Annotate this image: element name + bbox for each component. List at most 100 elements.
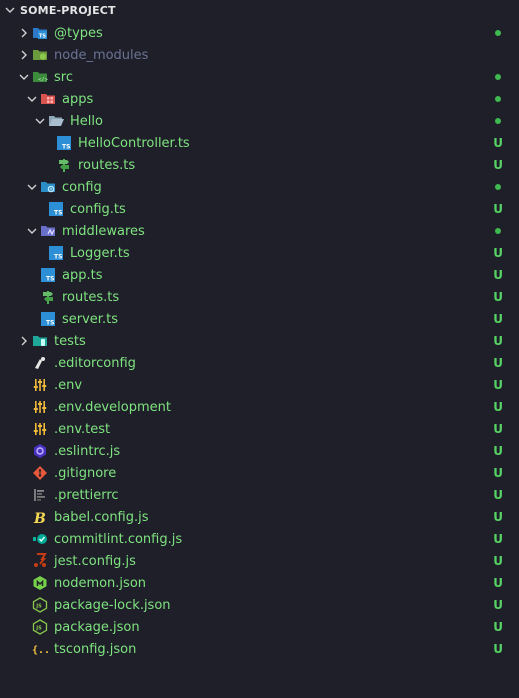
chevron-right-icon <box>16 22 32 44</box>
git-status-untracked: U <box>493 356 503 370</box>
nodejs-icon: JS <box>32 597 48 613</box>
git-status-untracked: U <box>493 246 503 260</box>
tree-item-label: apps <box>62 91 94 107</box>
folder-types[interactable]: TS @types <box>0 22 519 44</box>
file-logger[interactable]: TS Logger.ts U <box>0 242 519 264</box>
svg-text:</>: </> <box>38 77 48 83</box>
svg-text:TS: TS <box>46 320 54 327</box>
chevron-down-icon <box>16 66 32 88</box>
eslint-icon <box>32 443 48 459</box>
git-status-untracked: U <box>493 312 503 326</box>
file-config[interactable]: TS config.ts U <box>0 198 519 220</box>
file-app[interactable]: TS app.ts U <box>0 264 519 286</box>
folder-node-modules[interactable]: node_modules <box>0 44 519 66</box>
folder-config[interactable]: config <box>0 176 519 198</box>
file-env[interactable]: .env U <box>0 374 519 396</box>
tree-item-label: routes.ts <box>78 157 136 173</box>
file-prettierrc[interactable]: .prettierrc U <box>0 484 519 506</box>
git-status-untracked: U <box>493 488 503 502</box>
file-env-test[interactable]: .env.test U <box>0 418 519 440</box>
git-status-untracked: U <box>493 158 503 172</box>
file-server[interactable]: TS server.ts U <box>0 308 519 330</box>
editorconfig-icon <box>32 355 48 371</box>
file-package[interactable]: JS package.json U <box>0 616 519 638</box>
folder-apps[interactable]: apps <box>0 88 519 110</box>
svg-text:TS: TS <box>62 144 70 151</box>
tree-item-label: @types <box>54 25 103 41</box>
tree-item-label: config <box>62 179 102 195</box>
open-folder-icon <box>48 113 64 129</box>
git-status-untracked: U <box>493 400 503 414</box>
svg-text:TS: TS <box>39 34 46 40</box>
explorer-section-header[interactable]: SOME-PROJECT <box>0 0 519 22</box>
folder-hello[interactable]: Hello <box>0 110 519 132</box>
chevron-right-icon <box>16 330 32 352</box>
tree-item-label: .env.development <box>54 399 171 415</box>
git-status-untracked: U <box>493 598 503 612</box>
chevron-down-icon <box>4 0 16 22</box>
tree-item-label: tsconfig.json <box>54 641 137 657</box>
file-hello-controller[interactable]: TS HelloController.ts U <box>0 132 519 154</box>
nodejs-icon: JS <box>32 619 48 635</box>
test-folder-icon <box>32 333 48 349</box>
tree-item-label: Hello <box>70 113 103 129</box>
env-icon <box>32 377 48 393</box>
chevron-down-icon <box>24 88 40 110</box>
babel-icon: B <box>32 509 48 525</box>
tree-item-label: .editorconfig <box>54 355 136 371</box>
svg-text:JS: JS <box>35 626 42 632</box>
file-commitlint-config[interactable]: commitlint.config.js U <box>0 528 519 550</box>
git-status-untracked: U <box>493 620 503 634</box>
file-routes[interactable]: routes.ts U <box>0 286 519 308</box>
typescript-icon: TS <box>40 267 56 283</box>
file-nodemon[interactable]: nodemon.json U <box>0 572 519 594</box>
chevron-down-icon <box>24 220 40 242</box>
typescript-icon: TS <box>48 201 64 217</box>
modified-dot-icon <box>495 30 501 36</box>
types-folder-icon: TS <box>32 25 48 41</box>
file-package-lock[interactable]: JS package-lock.json U <box>0 594 519 616</box>
git-status-untracked: U <box>493 334 503 348</box>
git-status-untracked: U <box>493 290 503 304</box>
folder-src[interactable]: </> src <box>0 66 519 88</box>
file-babel-config[interactable]: Bbabel.config.js U <box>0 506 519 528</box>
prettier-icon <box>32 487 48 503</box>
folder-tests[interactable]: tests U <box>0 330 519 352</box>
git-status-untracked: U <box>493 202 503 216</box>
file-tree: TS @types node_modules </> src apps Hello TS Hel… <box>0 22 519 660</box>
tree-item-label: babel.config.js <box>54 509 149 525</box>
modified-dot-icon <box>495 118 501 124</box>
tree-item-label: .env.test <box>54 421 111 437</box>
file-env-development[interactable]: .env.development U <box>0 396 519 418</box>
file-tsconfig[interactable]: {..} tsconfig.json U <box>0 638 519 660</box>
tree-item-label: server.ts <box>62 311 118 327</box>
folder-middlewares[interactable]: middlewares <box>0 220 519 242</box>
file-gitignore[interactable]: .gitignore U <box>0 462 519 484</box>
file-eslintrc[interactable]: .eslintrc.js U <box>0 440 519 462</box>
tree-item-label: package.json <box>54 619 140 635</box>
json-icon: {..} <box>32 641 48 657</box>
node-folder-icon <box>32 47 48 63</box>
file-hello-routes[interactable]: routes.ts U <box>0 154 519 176</box>
tree-item-label: node_modules <box>54 47 149 63</box>
file-jest-config[interactable]: jest.config.js U <box>0 550 519 572</box>
tree-item-label: tests <box>54 333 86 349</box>
chevron-down-icon <box>32 110 48 132</box>
svg-text:{..}: {..} <box>32 645 48 656</box>
file-editorconfig[interactable]: .editorconfig U <box>0 352 519 374</box>
nodemon-icon <box>32 575 48 591</box>
git-status-untracked: U <box>493 136 503 150</box>
git-status-untracked: U <box>493 422 503 436</box>
